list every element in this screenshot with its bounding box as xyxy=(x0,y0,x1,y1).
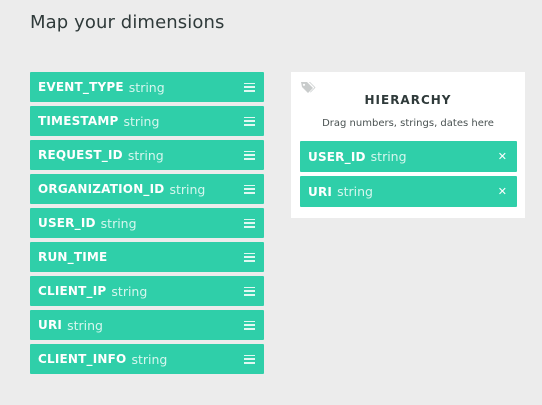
drag-handle-icon[interactable] xyxy=(244,354,255,364)
dimension-name: RUN_TIME xyxy=(38,250,108,264)
dimension-name: ORGANIZATION_ID xyxy=(38,182,165,196)
dimension-item-user-id[interactable]: USER_ID string xyxy=(30,208,264,238)
dimension-name: URI xyxy=(38,318,63,332)
dimension-name: CLIENT_IP xyxy=(38,284,107,298)
dimension-name: USER_ID xyxy=(38,216,96,230)
dimension-name: CLIENT_INFO xyxy=(38,352,127,366)
hierarchy-item-type: string xyxy=(370,149,407,164)
page-title: Map your dimensions xyxy=(30,12,225,33)
dimension-type: string xyxy=(111,283,148,299)
drag-handle-icon[interactable] xyxy=(244,82,255,92)
drag-handle-icon[interactable] xyxy=(244,218,255,228)
dimension-item-event-type[interactable]: EVENT_TYPE string xyxy=(30,72,264,102)
hierarchy-panel[interactable]: HIERARCHY Drag numbers, strings, dates h… xyxy=(291,72,525,218)
remove-icon[interactable]: ✕ xyxy=(498,185,507,198)
hierarchy-title: HIERARCHY xyxy=(364,93,452,107)
dimension-item-request-id[interactable]: REQUEST_ID string xyxy=(30,140,264,170)
page: Map your dimensions EVENT_TYPE string TI… xyxy=(0,0,542,405)
drag-handle-icon[interactable] xyxy=(244,320,255,330)
dimension-type: string xyxy=(169,181,206,197)
dimension-item-timestamp[interactable]: TIMESTAMP string xyxy=(30,106,264,136)
hierarchy-item-type: string xyxy=(337,184,373,199)
hierarchy-item-uri[interactable]: URI string ✕ xyxy=(300,176,517,207)
dimension-list: EVENT_TYPE string TIMESTAMP string REQUE… xyxy=(30,72,264,378)
dimension-item-client-info[interactable]: CLIENT_INFO string xyxy=(30,344,264,374)
drag-handle-icon[interactable] xyxy=(244,116,255,126)
dimension-item-uri[interactable]: URI string xyxy=(30,310,264,340)
dimension-name: TIMESTAMP xyxy=(38,114,119,128)
drag-handle-icon[interactable] xyxy=(244,150,255,160)
hierarchy-list: USER_ID string ✕ URI string ✕ xyxy=(300,141,517,211)
hierarchy-item-name: USER_ID xyxy=(308,149,366,164)
dimension-type: string xyxy=(131,351,168,367)
hierarchy-item-user-id[interactable]: USER_ID string ✕ xyxy=(300,141,517,172)
dimension-type: string xyxy=(123,113,160,129)
remove-icon[interactable]: ✕ xyxy=(498,150,507,163)
hierarchy-drop-hint: Drag numbers, strings, dates here xyxy=(322,118,494,129)
drag-handle-icon[interactable] xyxy=(244,286,255,296)
dimension-item-run-time[interactable]: RUN_TIME xyxy=(30,242,264,272)
drag-handle-icon[interactable] xyxy=(244,252,255,262)
hierarchy-item-name: URI xyxy=(308,184,333,199)
dimension-name: EVENT_TYPE xyxy=(38,80,124,94)
drag-handle-icon[interactable] xyxy=(244,184,255,194)
dimension-type: string xyxy=(127,147,164,163)
dimension-type: string xyxy=(67,317,103,333)
dimension-item-organization-id[interactable]: ORGANIZATION_ID string xyxy=(30,174,264,204)
dimension-type: string xyxy=(100,215,137,231)
dimension-name: REQUEST_ID xyxy=(38,148,123,162)
dimension-item-client-ip[interactable]: CLIENT_IP string xyxy=(30,276,264,306)
dimension-type: string xyxy=(128,79,165,95)
